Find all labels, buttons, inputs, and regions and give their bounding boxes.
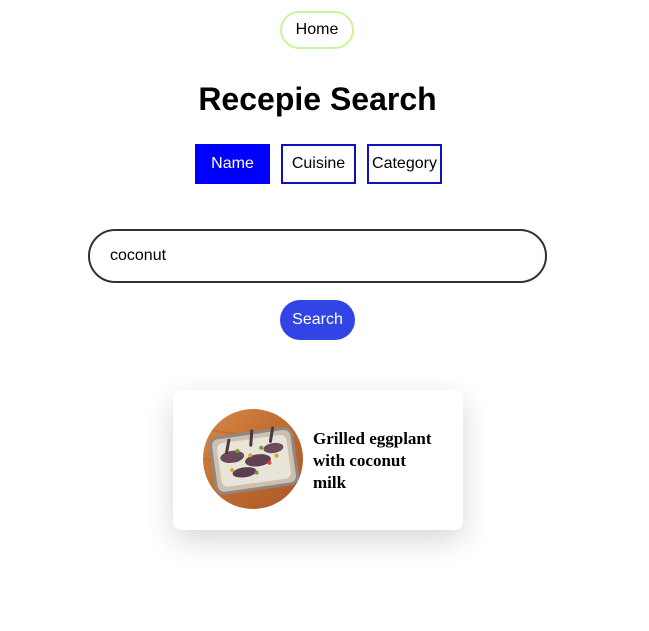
- search-input[interactable]: [88, 229, 547, 283]
- home-button[interactable]: Home: [280, 11, 354, 49]
- page-title: Recepie Search: [198, 81, 437, 117]
- page: Home Recepie Search Name Cuisine Categor…: [0, 0, 649, 631]
- filter-button-group: Name Cuisine Category: [195, 144, 442, 184]
- recipe-title[interactable]: Grilled eggplant with coconut milk: [313, 428, 443, 494]
- filter-category-button[interactable]: Category: [367, 144, 442, 184]
- food-photo-icon: [203, 409, 303, 509]
- search-button[interactable]: Search: [280, 300, 355, 340]
- recipe-result-card[interactable]: Grilled eggplant with coconut milk: [173, 390, 463, 530]
- filter-cuisine-button[interactable]: Cuisine: [281, 144, 356, 184]
- filter-name-button[interactable]: Name: [195, 144, 270, 184]
